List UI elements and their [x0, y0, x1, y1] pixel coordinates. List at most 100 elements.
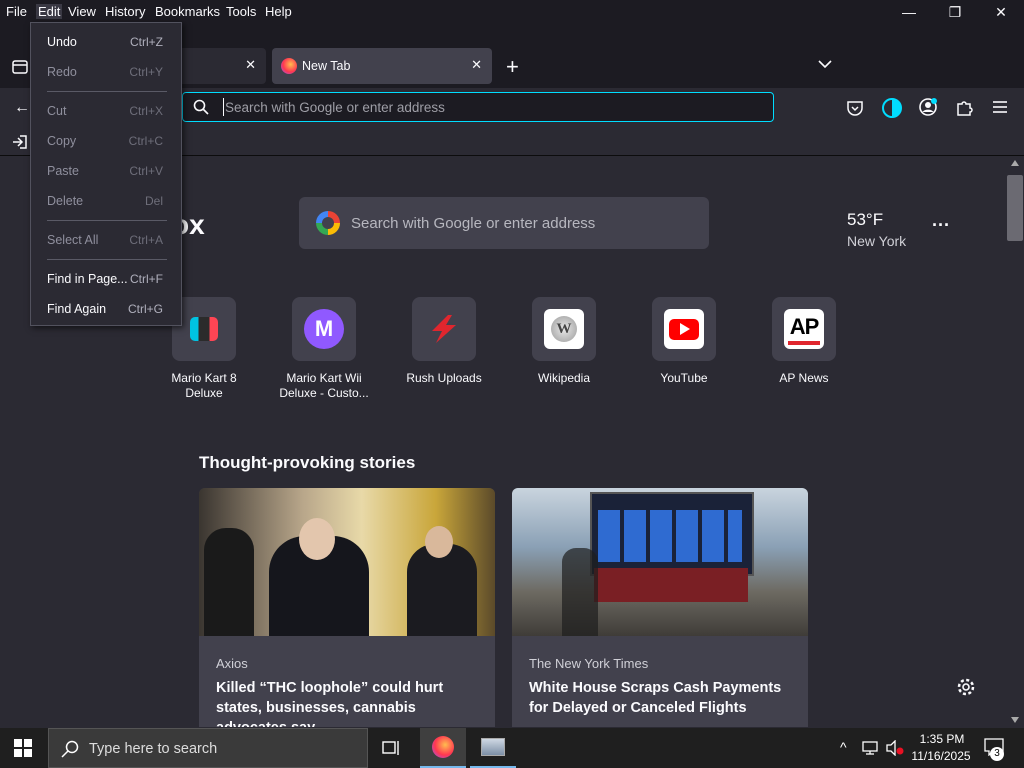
menu-help[interactable]: Help [265, 4, 292, 19]
menu-edit[interactable]: Edit [36, 4, 63, 19]
extensions-icon[interactable] [955, 98, 973, 121]
menu-item-cut[interactable]: Cut [47, 104, 66, 118]
menu-item-select-all[interactable]: Select All [47, 233, 98, 247]
minimize-button[interactable]: — [886, 4, 932, 24]
story-card[interactable]: The New York Times White House Scraps Ca… [512, 488, 808, 727]
shortcut-youtube[interactable] [652, 297, 716, 361]
shortcut-rush-uploads[interactable] [412, 297, 476, 361]
page-scrollbar[interactable] [1006, 157, 1024, 728]
shortcut-delete: Del [144, 194, 163, 208]
menu-file[interactable]: File [6, 4, 27, 19]
shortcut-redo: Ctrl+Y [129, 65, 163, 79]
shortcut-label: YouTube [660, 371, 708, 385]
tab-close-icon[interactable]: ✕ [471, 57, 482, 73]
shortcut-mario-kart-wii[interactable]: M [292, 297, 356, 361]
page-search-input[interactable]: Search with Google or enter address [351, 215, 595, 232]
taskbar-app[interactable] [470, 728, 516, 768]
menu-separator [47, 259, 167, 260]
taskbar-search-input[interactable]: Type here to search [89, 741, 217, 757]
tab-title: New Tab [302, 59, 351, 73]
edit-menu: Undo Ctrl+Z Redo Ctrl+Y Cut Ctrl+X Copy … [30, 22, 182, 326]
lightning-icon [432, 315, 456, 343]
menu-item-undo[interactable]: Undo [47, 35, 77, 49]
story-image [512, 488, 808, 636]
menu-item-find-in-page[interactable]: Find in Page... [47, 272, 128, 286]
firefox-icon [281, 58, 297, 74]
story-headline: White House Scraps Cash Payments for Del… [529, 680, 782, 716]
stories-heading: Thought-provoking stories [199, 453, 416, 472]
pocket-icon[interactable] [846, 99, 864, 122]
restore-button[interactable]: ❐ [932, 4, 978, 24]
menu-item-delete[interactable]: Delete [47, 194, 83, 208]
windows-start-icon[interactable] [14, 739, 32, 762]
url-input[interactable]: Search with Google or enter address [225, 100, 445, 115]
volume-muted-icon[interactable] [886, 739, 904, 761]
shortcut-undo: Ctrl+Z [130, 35, 163, 49]
hamburger-menu-icon[interactable] [992, 100, 1008, 119]
menu-item-copy[interactable]: Copy [47, 134, 76, 148]
task-view-icon[interactable] [382, 739, 402, 762]
scrollbar-thumb[interactable] [1007, 175, 1023, 241]
shortcut-wikipedia[interactable]: W [532, 297, 596, 361]
letter-m-icon: M [304, 309, 344, 349]
taskbar: Type here to search ^ 1:35 PM 11/16/2025… [0, 728, 1024, 768]
shortcut-find-in-page: Ctrl+F [130, 272, 163, 286]
clock-date[interactable]: 11/16/2025 [906, 749, 976, 763]
shortcut-select-all: Ctrl+A [129, 233, 163, 247]
shortcut-paste: Ctrl+V [129, 164, 163, 178]
story-image [199, 488, 495, 636]
menu-separator [47, 220, 167, 221]
list-tabs-icon[interactable] [817, 56, 833, 72]
menu-separator [47, 91, 167, 92]
taskbar-search-box[interactable]: Type here to search [48, 728, 368, 768]
menu-tools[interactable]: Tools [226, 4, 256, 19]
tab-close-icon[interactable]: ✕ [245, 57, 256, 73]
shortcut-ap-news[interactable]: AP [772, 297, 836, 361]
new-tab-button[interactable]: + [506, 54, 519, 80]
google-icon [316, 211, 340, 235]
close-window-button[interactable]: ✕ [978, 4, 1024, 24]
shortcut-cut: Ctrl+X [129, 104, 163, 118]
tab-manager-icon[interactable] [10, 58, 30, 76]
shortcut-copy: Ctrl+C [128, 134, 163, 148]
menu-bookmarks[interactable]: Bookmarks [155, 4, 220, 19]
ap-news-icon: AP [784, 309, 824, 349]
tray-chevron-icon[interactable]: ^ [840, 739, 847, 755]
taskbar-firefox[interactable] [420, 728, 466, 768]
text-cursor [223, 98, 224, 116]
vpn-icon[interactable] [882, 98, 902, 118]
youtube-icon [664, 309, 704, 349]
menu-item-paste[interactable]: Paste [47, 164, 79, 178]
page-search-box[interactable]: Search with Google or enter address [299, 197, 709, 249]
search-icon [193, 99, 209, 120]
tab-new-tab[interactable]: New Tab ✕ [272, 48, 492, 84]
network-icon[interactable] [862, 741, 880, 760]
shortcut-label: AP News [779, 371, 829, 385]
shortcut-label: Rush Uploads [406, 371, 482, 385]
menu-view[interactable]: View [68, 4, 96, 19]
notification-count-badge: 3 [990, 747, 1004, 761]
settings-gear-icon[interactable] [956, 677, 976, 702]
back-icon[interactable]: ← [14, 99, 30, 117]
story-source: The New York Times [529, 656, 649, 671]
search-icon [61, 740, 79, 763]
shortcut-label: Mario Kart Wii [286, 371, 362, 385]
account-icon[interactable] [918, 97, 938, 122]
import-bookmarks-icon[interactable] [12, 134, 28, 155]
clock-time[interactable]: 1:35 PM [912, 732, 972, 746]
weather-temp: 53°F [847, 210, 884, 229]
weather-options-icon[interactable]: ··· [932, 215, 950, 236]
shortcut-label: Mario Kart 8 [171, 371, 237, 385]
wikipedia-icon: W [544, 309, 584, 349]
weather-city: New York [847, 233, 907, 249]
shortcut-label: Wikipedia [537, 371, 591, 385]
menu-bar: File Edit View History Bookmarks Tools H… [0, 0, 1024, 24]
story-card[interactable]: Axios Killed “THC loophole” could hurt s… [199, 488, 495, 727]
menu-history[interactable]: History [105, 4, 145, 19]
switch-icon [190, 317, 218, 341]
menu-item-redo[interactable]: Redo [47, 65, 77, 79]
shortcut-find-again: Ctrl+G [127, 302, 163, 316]
url-bar[interactable]: Search with Google or enter address [182, 92, 774, 122]
window-app-icon [481, 738, 505, 756]
menu-item-find-again[interactable]: Find Again [47, 302, 106, 316]
